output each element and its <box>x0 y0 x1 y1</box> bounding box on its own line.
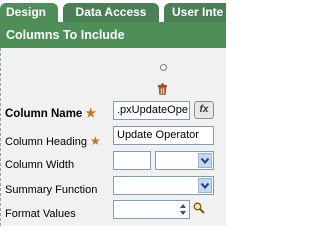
column-width-input[interactable] <box>113 151 151 170</box>
summary-function-select[interactable] <box>113 176 214 195</box>
column-name-text: Column Name <box>5 108 83 120</box>
chevron-down-icon[interactable] <box>198 178 212 193</box>
row-handle-icon[interactable] <box>160 64 167 71</box>
column-name-input[interactable]: .pxUpdateOpe <box>113 101 190 120</box>
chevron-down-icon[interactable] <box>198 153 212 168</box>
tab-data-access[interactable]: Data Access <box>63 3 159 22</box>
tab-design[interactable]: Design <box>0 3 58 22</box>
summary-function-label: Summary Function <box>5 184 98 196</box>
column-heading-label: Column Heading ★ <box>5 134 101 148</box>
dashed-border <box>0 48 1 226</box>
format-values-label: Format Values <box>5 208 76 220</box>
required-icon: ★ <box>85 106 97 120</box>
column-name-label: Column Name ★ <box>5 106 96 120</box>
formula-icon[interactable]: fx <box>194 101 214 119</box>
required-icon: ★ <box>89 134 101 148</box>
lookup-icon[interactable] <box>193 202 205 214</box>
column-heading-input[interactable]: Update Operator <box>113 126 214 145</box>
column-heading-text: Column Heading <box>5 136 87 148</box>
tab-user-interface[interactable]: User Inte <box>164 3 226 22</box>
spinner-icon[interactable] <box>179 203 187 216</box>
columns-panel: Column Name ★ .pxUpdateOpe fx Column Head… <box>0 48 226 226</box>
delete-icon[interactable] <box>157 83 168 95</box>
column-width-unit-select[interactable] <box>155 151 214 170</box>
section-title: Columns To Include <box>0 22 226 48</box>
tab-bar: Design Data Access User Inte <box>0 0 226 22</box>
rule-form: Design Data Access User Inte Columns To … <box>0 0 226 226</box>
format-values-input[interactable] <box>113 200 190 219</box>
column-width-label: Column Width <box>5 159 75 171</box>
